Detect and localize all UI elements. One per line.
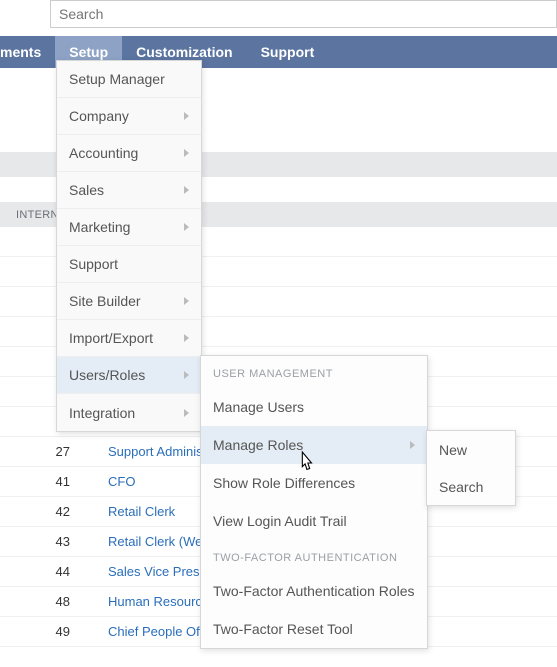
submenu-item[interactable]: Manage Roles: [201, 426, 427, 464]
role-link[interactable]: CFO: [108, 474, 135, 489]
menu-item-label: Accounting: [69, 145, 138, 161]
menu-item-label: Users/Roles: [69, 367, 145, 383]
setup-menu-item[interactable]: Import/Export: [57, 320, 201, 357]
role-link[interactable]: Retail Clerk (Wel: [108, 534, 205, 549]
row-id: 27: [0, 444, 100, 459]
chevron-right-icon: [184, 334, 189, 342]
setup-menu-item[interactable]: Sales: [57, 172, 201, 209]
submenu-item[interactable]: Search: [427, 468, 515, 505]
setup-menu-item[interactable]: Users/Roles: [57, 357, 201, 394]
menu-item-label: Company: [69, 108, 129, 124]
menu-item-label: Marketing: [69, 219, 130, 235]
chevron-right-icon: [184, 112, 189, 120]
setup-dropdown: Setup Manager Company Accounting Sales Marke…: [56, 60, 202, 432]
setup-menu-item[interactable]: Support: [57, 246, 201, 283]
users-roles-submenu: USER MANAGEMENT Manage Users Manage Roles S…: [200, 355, 428, 649]
submenu-section-two-factor: TWO-FACTOR AUTHENTICATION: [201, 540, 427, 572]
chevron-right-icon: [184, 149, 189, 157]
menu-item-label: Sales: [69, 182, 104, 198]
menu-item-label: Import/Export: [69, 330, 153, 346]
chevron-right-icon: [184, 371, 189, 379]
chevron-right-icon: [184, 223, 189, 231]
setup-menu-item[interactable]: Site Builder: [57, 283, 201, 320]
submenu-item[interactable]: View Login Audit Trail: [201, 502, 427, 540]
submenu-item[interactable]: Two-Factor Reset Tool: [201, 610, 427, 648]
submenu-item-label: Show Role Differences: [213, 475, 355, 491]
chevron-right-icon: [184, 409, 189, 417]
setup-menu-item[interactable]: Accounting: [57, 135, 201, 172]
row-id: 41: [0, 474, 100, 489]
submenu-item[interactable]: Two-Factor Authentication Roles: [201, 572, 427, 610]
submenu-item-label: Manage Users: [213, 399, 304, 415]
row-id: 48: [0, 594, 100, 609]
submenu-item[interactable]: Manage Users: [201, 388, 427, 426]
setup-menu-item[interactable]: Company: [57, 98, 201, 135]
setup-menu-item[interactable]: Integration: [57, 394, 201, 431]
menu-item-label: Support: [69, 256, 118, 272]
menu-item-label: Setup Manager: [69, 71, 165, 87]
setup-menu-item[interactable]: Marketing: [57, 209, 201, 246]
submenu-item-label: Manage Roles: [213, 437, 303, 453]
row-id: 49: [0, 624, 100, 639]
role-link[interactable]: Support Adminis: [108, 444, 203, 459]
chevron-right-icon: [184, 186, 189, 194]
chevron-right-icon: [184, 297, 189, 305]
search-input[interactable]: [50, 0, 557, 28]
menu-item-label: Site Builder: [69, 293, 141, 309]
submenu-item-label: View Login Audit Trail: [213, 513, 347, 529]
manage-roles-submenu: NewSearch: [426, 430, 516, 506]
submenu-item[interactable]: Show Role Differences: [201, 464, 427, 502]
menu-item-label: Integration: [69, 405, 135, 421]
submenu-item-label: Two-Factor Authentication Roles: [213, 583, 415, 599]
menu-documents[interactable]: ments: [0, 36, 55, 68]
menu-support[interactable]: Support: [247, 36, 329, 68]
row-id: 42: [0, 504, 100, 519]
setup-menu-item[interactable]: Setup Manager: [57, 61, 201, 98]
submenu-section-user-management: USER MANAGEMENT: [201, 356, 427, 388]
submenu-item-label: Two-Factor Reset Tool: [213, 621, 353, 637]
submenu-item[interactable]: New: [427, 431, 515, 468]
chevron-right-icon: [410, 441, 415, 449]
row-id: 43: [0, 534, 100, 549]
row-id: 44: [0, 564, 100, 579]
role-link[interactable]: Retail Clerk: [108, 504, 175, 519]
role-link[interactable]: Human Resourc: [108, 594, 202, 609]
role-link[interactable]: Sales Vice Presid: [108, 564, 210, 579]
